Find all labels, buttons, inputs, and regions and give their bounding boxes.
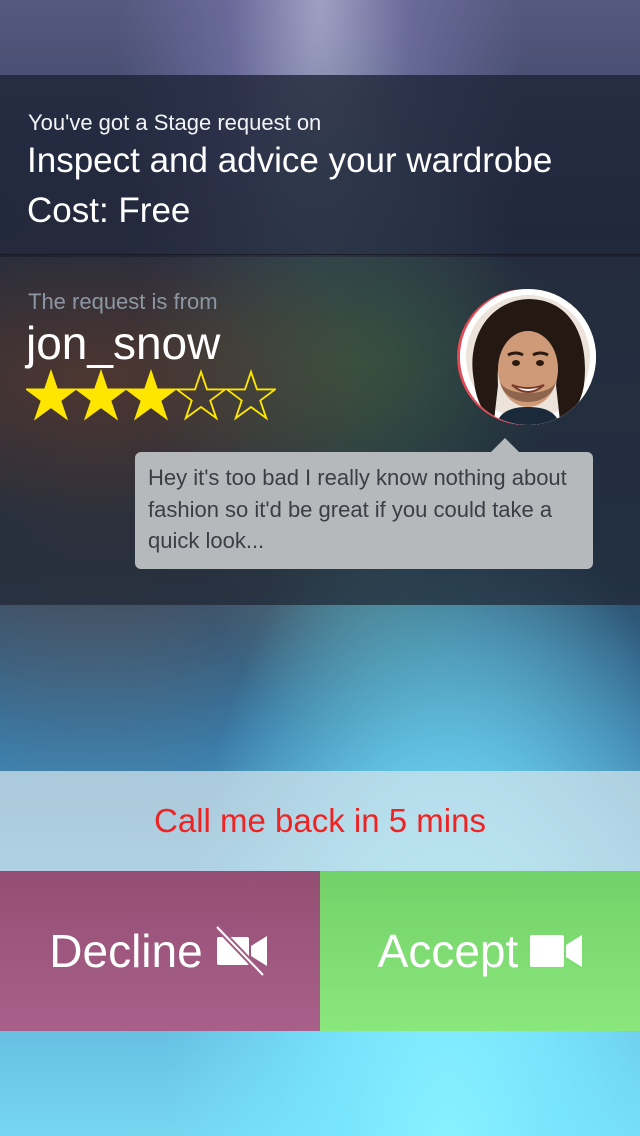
request-cost: Cost: Free (27, 191, 191, 230)
star-outline-icon (176, 368, 226, 421)
call-me-back-button[interactable]: Call me back in 5 mins (0, 771, 640, 871)
request-intro: You've got a Stage request on (28, 110, 322, 135)
decline-label: Decline (49, 925, 203, 977)
request-title: Inspect and advice your wardrobe (27, 141, 553, 180)
message-bubble-tail (490, 438, 520, 453)
decline-button[interactable]: Decline (0, 871, 320, 1031)
sender-rating (26, 362, 276, 428)
avatar[interactable] (460, 289, 596, 425)
video-off-icon (214, 925, 267, 977)
call-me-back-label: Call me back in 5 mins (154, 802, 486, 839)
accept-label: Accept (377, 925, 519, 977)
accept-button[interactable]: Accept (320, 871, 640, 1031)
star-outline-icon (226, 368, 276, 421)
avatar-photo (460, 289, 596, 425)
star-filled-icon (76, 368, 126, 421)
from-label: The request is from (28, 289, 218, 314)
star-filled-icon (126, 368, 176, 421)
video-camera-icon (530, 935, 583, 967)
star-filled-icon (26, 368, 76, 421)
message-text: Hey it's too bad I really know nothing a… (148, 465, 567, 553)
